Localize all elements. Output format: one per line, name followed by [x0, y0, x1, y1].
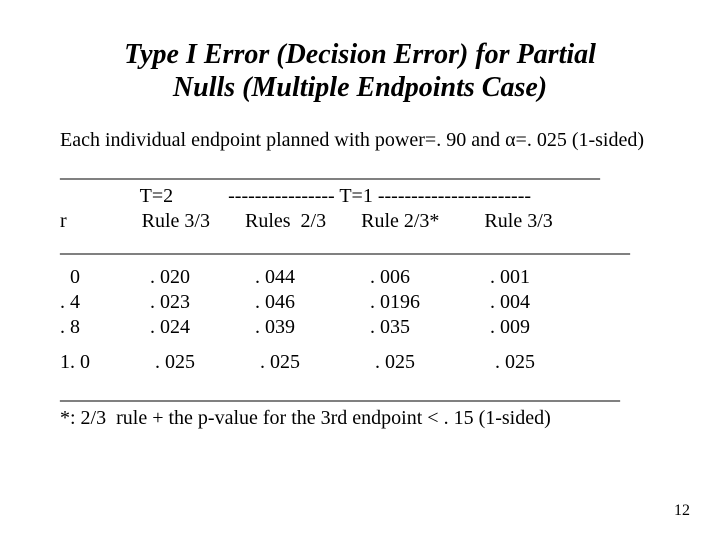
hrule-bottom: ________________________________________… [60, 381, 660, 406]
title-line-2: Nulls (Multiple Endpoints Case) [173, 72, 547, 103]
hrule-top: ________________________________________… [60, 159, 660, 184]
table-row: . 4 . 023 . 046 . 0196 . 004 [60, 290, 660, 315]
slide: Type I Error (Decision Error) for Partia… [0, 0, 720, 540]
table-row: 1. 0 . 025 . 025 . 025 . 025 [60, 350, 660, 375]
page-number: 12 [674, 502, 690, 520]
page-title: Type I Error (Decision Error) for Partia… [60, 38, 660, 104]
table-row: . 8 . 024 . 039 . 035 . 009 [60, 315, 660, 340]
title-line-1: Type I Error (Decision Error) for Partia… [124, 39, 596, 70]
hrule-mid: ________________________________________… [60, 234, 660, 259]
table-row: 0 . 020 . 044 . 006 . 001 [60, 265, 660, 290]
header-line-1: T=2 ---------------- T=1 ---------------… [60, 184, 660, 209]
footnote: *: 2/3 rule + the p-value for the 3rd en… [60, 406, 660, 431]
header-line-2: r Rule 3/3 Rules 2/3 Rule 2/3* Rule 3/3 [60, 209, 660, 234]
intro-line: Each individual endpoint planned with po… [60, 128, 660, 153]
spacer [60, 340, 660, 350]
